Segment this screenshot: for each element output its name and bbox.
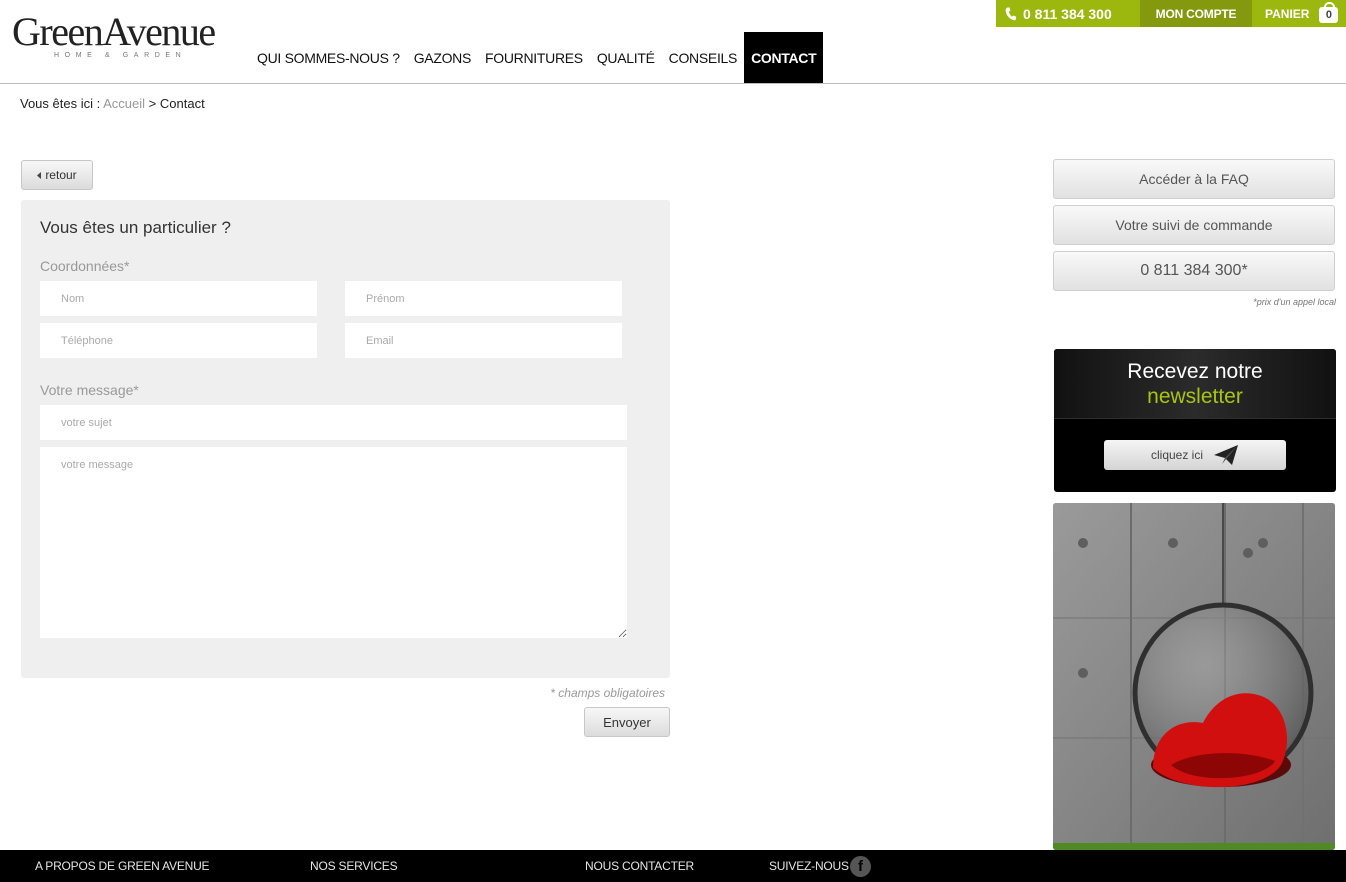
newsletter-button[interactable]: cliquez ici	[1104, 440, 1286, 470]
footer-about-link[interactable]: A PROPOS DE GREEN AVENUE	[35, 859, 210, 873]
back-button-label: retour	[45, 168, 77, 182]
cart-count: 0	[1325, 9, 1333, 21]
footer: A PROPOS DE GREEN AVENUE NOS SERVICES NO…	[0, 850, 1346, 882]
send-button[interactable]: Envoyer	[584, 707, 670, 737]
nav-item-qualite[interactable]: QUALITÉ	[590, 32, 662, 83]
newsletter-button-label: cliquez ici	[1150, 448, 1204, 462]
promo-image[interactable]	[1053, 503, 1335, 850]
nav-item-qui-sommes-nous[interactable]: QUI SOMMES-NOUS ?	[250, 32, 407, 83]
message-textarea[interactable]	[40, 447, 627, 638]
logo-wordmark: GreenAvenue	[12, 9, 216, 54]
newsletter-title-line1: Recevez notre	[1127, 360, 1263, 383]
nav-item-contact[interactable]: CONTACT	[744, 32, 824, 83]
header-divider	[0, 83, 1346, 84]
breadcrumb-separator: >	[148, 96, 157, 111]
order-tracking-button[interactable]: Votre suivi de commande	[1053, 205, 1335, 245]
breadcrumb: Vous êtes ici : Accueil > Contact	[20, 96, 205, 111]
contact-form: Vous êtes un particulier ? Coordonnées* …	[21, 200, 670, 678]
topbar-phone-number: 0 811 384 300	[1023, 5, 1112, 22]
topbar-phone[interactable]: 0 811 384 300	[996, 0, 1140, 27]
breadcrumb-current: Contact	[159, 96, 205, 111]
message-section-label: Votre message*	[40, 382, 139, 398]
required-fields-note: * champs obligatoires	[550, 686, 665, 700]
footer-services-link[interactable]: NOS SERVICES	[310, 859, 398, 873]
my-account-link[interactable]: MON COMPTE	[1140, 0, 1252, 27]
breadcrumb-prefix: Vous êtes ici :	[20, 96, 101, 111]
nav-item-conseils[interactable]: CONSEILS	[662, 32, 744, 83]
back-button[interactable]: retour	[21, 160, 93, 190]
sidebar-phone-button[interactable]: 0 811 384 300*	[1053, 251, 1335, 291]
newsletter-box: Recevez notre newsletter cliquez ici	[1054, 349, 1336, 492]
first-name-input[interactable]	[345, 281, 622, 316]
form-title: Vous êtes un particulier ?	[40, 218, 231, 237]
cart-label: PANIER	[1265, 6, 1310, 21]
subject-input[interactable]	[40, 405, 627, 440]
logo[interactable]: GreenAvenue HOME & GARDEN	[12, 10, 232, 62]
footer-follow-label: SUIVEZ-NOUS	[769, 859, 849, 873]
newsletter-header: Recevez notre newsletter	[1054, 349, 1336, 419]
nav-item-fournitures[interactable]: FOURNITURES	[478, 32, 590, 83]
phone-price-note: *prix d'un appel local	[1253, 297, 1336, 307]
phone-icon	[1005, 7, 1017, 20]
main-nav: QUI SOMMES-NOUS ? GAZONS FOURNITURES QUA…	[250, 32, 824, 83]
nav-item-gazons[interactable]: GAZONS	[407, 32, 478, 83]
contact-section-label: Coordonnées*	[40, 258, 130, 274]
breadcrumb-home-link[interactable]: Accueil	[103, 96, 145, 111]
footer-contact-link[interactable]: NOUS CONTACTER	[585, 859, 694, 873]
chevron-left-icon	[37, 171, 42, 179]
paper-plane-icon	[1214, 445, 1239, 465]
last-name-input[interactable]	[40, 281, 317, 316]
logo-tagline: HOME & GARDEN	[54, 52, 187, 59]
top-bar: 0 811 384 300 MON COMPTE PANIER 0	[996, 0, 1346, 27]
cart-icon: 0	[1319, 2, 1339, 23]
phone-input[interactable]	[40, 323, 317, 358]
cart-link[interactable]: PANIER 0	[1252, 0, 1346, 27]
email-input[interactable]	[345, 323, 622, 358]
facebook-icon[interactable]: f	[850, 856, 871, 877]
bubble-chair-illustration	[1053, 503, 1335, 850]
newsletter-title-line2: newsletter	[1147, 385, 1243, 408]
faq-button[interactable]: Accéder à la FAQ	[1053, 159, 1335, 199]
